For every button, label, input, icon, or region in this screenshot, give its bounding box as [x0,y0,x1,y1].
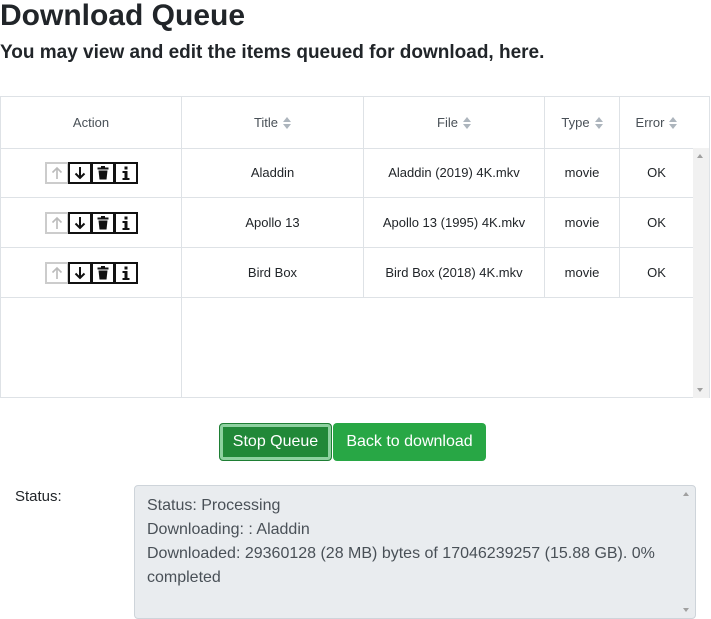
move-up-button[interactable] [44,261,69,284]
row-type: movie [545,248,620,297]
arrow-down-icon [74,216,85,229]
trash-icon [97,215,108,229]
back-to-download-button[interactable]: Back to download [333,423,486,461]
stop-queue-button[interactable]: Stop Queue [219,423,332,461]
table-row: Aladdin Aladdin (2019) 4K.mkv movie OK [1,148,693,198]
table-scrollbar[interactable] [693,148,709,398]
empty-cell [1,298,182,398]
table-row: Apollo 13 Apollo 13 (1995) 4K.mkv movie … [1,198,693,248]
row-file: Aladdin (2019) 4K.mkv [364,148,545,197]
row-error: OK [647,215,666,230]
row-title: Apollo 13 [182,198,364,247]
sort-icon[interactable] [462,116,471,129]
delete-button[interactable] [90,261,115,284]
scroll-up-icon[interactable] [683,492,689,496]
status-line: Status: Processing [147,497,281,514]
status-line: Downloading: : Aladdin [147,521,310,538]
scroll-down-icon[interactable] [697,388,703,392]
header-file-label: File [437,115,458,130]
row-file: Apollo 13 (1995) 4K.mkv [364,198,545,247]
page-subtitle: You may view and edit the items queued f… [0,42,545,63]
delete-button[interactable] [90,211,115,234]
arrow-down-icon [74,166,85,179]
header-type[interactable]: Type [545,97,620,148]
page-title: Download Queue [0,0,246,32]
status-line: Downloaded: 29360128 (28 MB) bytes of 17… [147,545,655,586]
move-down-button[interactable] [67,261,92,284]
arrow-down-icon [74,266,85,279]
info-button[interactable] [113,161,138,184]
row-title: Aladdin [182,148,364,197]
queue-table: Action Title File Type Error Aladdin Ala… [0,96,710,398]
arrow-up-icon [51,166,62,179]
header-error[interactable]: Error [620,97,693,148]
status-textarea[interactable]: Status: Processing Downloading: : Aladdi… [134,485,696,619]
empty-cell [182,298,364,398]
row-actions [1,148,182,197]
table-header: Action Title File Type Error [1,97,709,149]
sort-icon[interactable] [669,116,678,129]
move-down-button[interactable] [67,211,92,234]
header-action-label: Action [72,115,110,130]
arrow-up-icon [51,266,62,279]
row-actions [1,248,182,297]
sort-icon[interactable] [594,116,603,129]
trash-icon [97,265,108,279]
status-scrollbar[interactable] [679,486,695,618]
info-icon [122,216,129,230]
row-type: movie [545,148,620,197]
header-action: Action [1,97,182,148]
header-type-label: Type [561,115,590,130]
move-up-button[interactable] [44,211,69,234]
row-error: OK [647,165,666,180]
row-title: Bird Box [182,248,364,297]
row-file: Bird Box (2018) 4K.mkv [364,248,545,297]
header-file[interactable]: File [364,97,545,148]
move-down-button[interactable] [67,161,92,184]
row-error: OK [647,265,666,280]
table-body: Aladdin Aladdin (2019) 4K.mkv movie OK A… [1,148,693,398]
info-button[interactable] [113,261,138,284]
table-row: Bird Box Bird Box (2018) 4K.mkv movie OK [1,248,693,298]
header-error-label: Error [635,115,665,130]
delete-button[interactable] [90,161,115,184]
sort-icon[interactable] [283,116,292,129]
info-icon [122,266,129,280]
scroll-down-icon[interactable] [683,608,689,612]
header-title-label: Title [253,115,279,130]
row-type: movie [545,198,620,247]
header-title[interactable]: Title [182,97,364,148]
move-up-button[interactable] [44,161,69,184]
table-empty-area [1,298,693,398]
info-button[interactable] [113,211,138,234]
scroll-up-icon[interactable] [697,154,703,158]
trash-icon [97,165,108,179]
row-actions [1,198,182,247]
status-label: Status: [15,488,62,505]
arrow-up-icon [51,216,62,229]
info-icon [122,166,129,180]
